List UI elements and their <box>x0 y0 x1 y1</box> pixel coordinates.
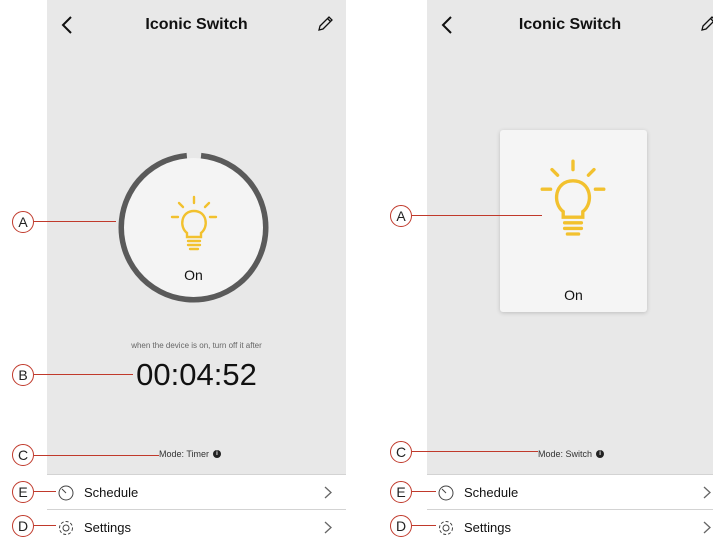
callout-line <box>34 374 133 375</box>
gear-icon <box>437 519 455 537</box>
power-toggle[interactable]: On <box>124 158 263 297</box>
header: Iconic Switch <box>427 0 713 50</box>
schedule-label: Schedule <box>464 485 518 500</box>
callout-line <box>412 451 538 452</box>
info-icon[interactable]: i <box>596 450 604 458</box>
chevron-right-icon <box>703 521 711 534</box>
callout-line <box>412 525 436 526</box>
timer-mode-screen: Iconic Switch On when <box>47 0 346 544</box>
header: Iconic Switch <box>47 0 346 50</box>
pencil-icon[interactable] <box>699 15 713 33</box>
chevron-right-icon <box>324 486 332 499</box>
callout-c: C <box>12 444 34 466</box>
chevron-right-icon <box>703 486 711 499</box>
callout-a: A <box>12 211 34 233</box>
callout-c: C <box>390 441 412 463</box>
callout-b: B <box>12 364 34 386</box>
lightbulb-icon <box>169 195 219 253</box>
schedule-row[interactable]: Schedule <box>427 474 713 510</box>
mode-label: Mode: Timer <box>159 449 209 459</box>
callout-line <box>34 491 56 492</box>
mode-label: Mode: Switch <box>538 449 592 459</box>
page-title: Iconic Switch <box>47 16 346 34</box>
lightbulb-icon <box>538 158 608 240</box>
switch-mode-screen: Iconic Switch On Mode: Switch i <box>427 0 713 544</box>
chevron-right-icon <box>324 521 332 534</box>
callout-d: D <box>390 515 412 537</box>
timer-ring: On <box>116 150 271 305</box>
clock-icon <box>57 484 75 502</box>
clock-icon <box>437 484 455 502</box>
schedule-row[interactable]: Schedule <box>47 474 346 510</box>
settings-label: Settings <box>464 520 511 535</box>
callout-a: A <box>390 205 412 227</box>
callout-line <box>34 455 159 456</box>
page-title: Iconic Switch <box>427 16 713 34</box>
callout-line <box>412 215 542 216</box>
power-state-label: On <box>500 287 647 303</box>
gear-icon <box>57 519 75 537</box>
mode-indicator: Mode: Timer i <box>159 449 221 459</box>
callout-e: E <box>12 481 34 503</box>
power-state-label: On <box>124 267 263 283</box>
timer-hint: when the device is on, turn off it after <box>47 341 346 350</box>
callout-d: D <box>12 515 34 537</box>
settings-label: Settings <box>84 520 131 535</box>
mode-indicator: Mode: Switch i <box>538 449 604 459</box>
callout-line <box>412 491 436 492</box>
pencil-icon[interactable] <box>316 15 334 33</box>
settings-row[interactable]: Settings <box>47 509 346 545</box>
callout-e: E <box>390 481 412 503</box>
schedule-label: Schedule <box>84 485 138 500</box>
countdown-timer: 00:04:52 <box>47 357 346 393</box>
callout-line <box>34 221 116 222</box>
callout-line <box>34 525 56 526</box>
info-icon[interactable]: i <box>213 450 221 458</box>
settings-row[interactable]: Settings <box>427 509 713 545</box>
power-toggle-card[interactable]: On <box>500 130 647 312</box>
